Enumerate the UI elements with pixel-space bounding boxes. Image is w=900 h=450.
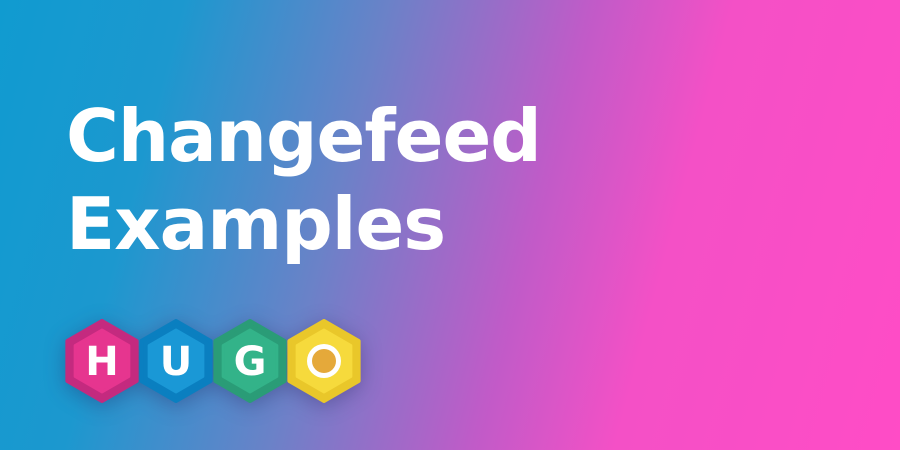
banner: Changefeed Examples HUG — [0, 0, 900, 450]
logo-letter-u: U — [160, 339, 192, 385]
title-line-1: Changefeed — [66, 94, 542, 178]
hugo-hexagon-o — [287, 319, 361, 403]
hugo-hexagon-u: U — [139, 319, 213, 403]
hugo-hexagon-g: G — [213, 319, 287, 403]
hugo-logo: HUG — [62, 318, 392, 404]
page-title: Changefeed Examples — [66, 92, 542, 268]
logo-letter-h: H — [85, 339, 118, 385]
logo-letter-g: G — [234, 339, 267, 385]
hugo-hexagon-h: H — [65, 319, 139, 403]
title-line-2: Examples — [66, 182, 446, 266]
letter-o-center — [312, 349, 336, 373]
